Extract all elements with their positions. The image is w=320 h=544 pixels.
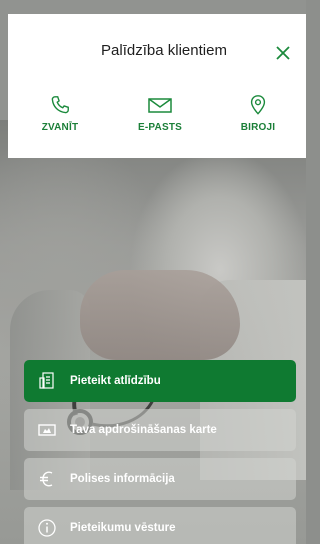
close-button[interactable] bbox=[272, 42, 294, 64]
report-claim-label: Pieteikt atlīdzību bbox=[70, 375, 161, 387]
report-claim-button[interactable]: Pieteikt atlīdzību bbox=[24, 360, 296, 402]
insurance-card-button[interactable]: Tava apdrošināšanas karte bbox=[24, 409, 296, 451]
policy-info-button[interactable]: Polises informācija bbox=[24, 458, 296, 500]
card-icon bbox=[38, 424, 56, 436]
page-title: Palīdzība klientiem bbox=[101, 42, 227, 59]
call-label: ZVANĪT bbox=[41, 122, 79, 133]
claim-document-icon bbox=[39, 372, 54, 389]
envelope-icon bbox=[148, 98, 172, 113]
call-button[interactable]: ZVANĪT bbox=[20, 94, 100, 133]
email-label: E-PASTS bbox=[138, 122, 182, 133]
phone-icon bbox=[51, 96, 69, 114]
offices-label: BIROJI bbox=[240, 122, 276, 133]
insurance-card-label: Tava apdrošināšanas karte bbox=[70, 424, 217, 436]
customer-support-panel: Palīdzība klientiem ZVANĪT E-PASTS BIROJ… bbox=[8, 14, 306, 158]
policy-info-label: Polises informācija bbox=[70, 473, 175, 485]
application-history-button[interactable]: Pieteikumu vēsture bbox=[24, 507, 296, 544]
close-icon bbox=[276, 46, 290, 60]
application-history-label: Pieteikumu vēsture bbox=[70, 522, 176, 534]
location-pin-icon bbox=[250, 95, 266, 115]
app-screen: Palīdzība klientiem ZVANĪT E-PASTS BIROJ… bbox=[0, 0, 306, 544]
email-button[interactable]: E-PASTS bbox=[120, 94, 200, 133]
offices-button[interactable]: BIROJI bbox=[218, 94, 298, 133]
info-icon bbox=[38, 519, 56, 537]
doctor-hands bbox=[80, 270, 240, 360]
euro-icon bbox=[40, 471, 53, 487]
